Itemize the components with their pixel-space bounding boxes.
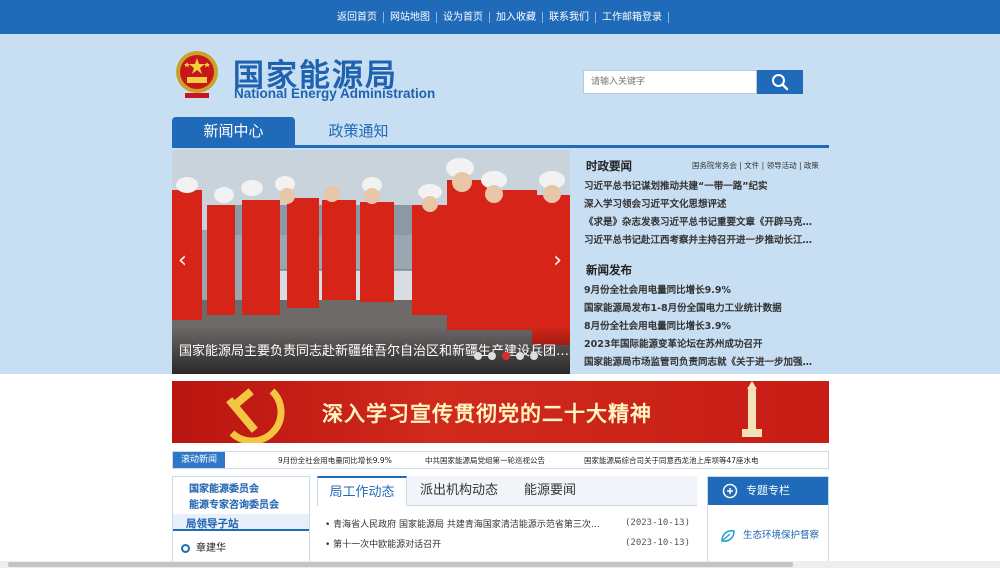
tab-news-center[interactable]: 新闻中心	[172, 117, 295, 145]
nav-link-contact[interactable]: 联系我们	[543, 11, 596, 23]
work-news-date: (2023-10-13)	[625, 518, 691, 528]
work-news-tabs: 局工作动态 派出机构动态 能源要闻	[317, 476, 697, 506]
politics-news-item[interactable]: 深入学习领会习近平文化思想评述	[584, 196, 829, 210]
rolling-news-item[interactable]: 国家能源局综合司关于同意西龙池上库坝等47座水电	[584, 455, 759, 466]
link-policy[interactable]: 政策	[804, 161, 819, 170]
rolling-news-item[interactable]: 9月份全社会用电量同比增长9.9%	[278, 455, 392, 466]
horizontal-scrollbar[interactable]	[0, 561, 1000, 568]
nav-link-set-homepage[interactable]: 设为首页	[437, 11, 490, 23]
work-news-item[interactable]: • 第十一次中欧能源对话召开	[325, 537, 625, 550]
rolling-news-label: 滚动新闻	[173, 452, 225, 468]
nav-link-home[interactable]: 返回首页	[331, 11, 384, 23]
scrollbar-thumb[interactable]	[8, 562, 793, 567]
search-input[interactable]	[583, 70, 757, 94]
carousel-dot-active[interactable]	[502, 352, 510, 360]
release-news-item[interactable]: 国家能源局发布1-8月份全国电力工业统计数据	[584, 300, 829, 314]
work-news-panel: 局工作动态 派出机构动态 能源要闻 • 青海省人民政府 国家能源局 共建青海国家…	[317, 476, 697, 568]
special-topics-panel: 专题专栏 生态环境保护督察	[707, 476, 829, 568]
search-button[interactable]	[757, 70, 803, 94]
tab-bureau-work[interactable]: 局工作动态	[317, 476, 407, 506]
nav-link-sitemap[interactable]: 网站地图	[384, 11, 437, 23]
eco-inspection-label: 生态环境保护督察	[743, 530, 820, 541]
left-navigation-panel: 国家能源委员会 能源专家咨询委员会 局领导子站 章建华	[172, 476, 310, 568]
promo-banner[interactable]: 深入学习宣传贯彻党的二十大精神	[172, 381, 829, 443]
special-topics-title: 专题专栏	[746, 484, 790, 497]
search-icon	[772, 74, 789, 91]
release-news-item[interactable]: 国家能源局市场监管司负责同志就《关于进一步加强…	[584, 354, 829, 368]
leaders-subsite-header: 局领导子站	[173, 514, 309, 531]
link-energy-commission[interactable]: 国家能源委员会	[189, 480, 259, 495]
rolling-news-item[interactable]: 中共国家能源局党组第一轮巡视公告	[425, 455, 545, 466]
tab-dispatched-agencies[interactable]: 派出机构动态	[420, 476, 498, 506]
link-documents[interactable]: 文件	[744, 161, 759, 170]
politics-news-item[interactable]: 习近平总书记赴江西考察并主持召开进一步推动长江…	[584, 232, 829, 246]
tab-policy-notice[interactable]: 政策通知	[297, 117, 420, 145]
top-navigation-bar: 返回首页 网站地图 设为首页 加入收藏 联系我们 工作邮箱登录	[0, 0, 1000, 34]
release-news-item[interactable]: 8月份全社会用电量同比增长3.9%	[584, 318, 829, 332]
release-news-item[interactable]: 9月份全社会用电量同比增长9.9%	[584, 282, 829, 296]
carousel-dots	[474, 352, 538, 360]
carousel-dot[interactable]	[530, 352, 538, 360]
news-carousel[interactable]: ‹ › 国家能源局主要负责同志赴新疆维吾尔自治区和新疆生产建设兵团…	[172, 150, 570, 374]
nav-link-add-favorite[interactable]: 加入收藏	[490, 11, 543, 23]
link-state-council[interactable]: 国务院常务会	[692, 161, 737, 170]
leaf-icon	[721, 529, 735, 542]
carousel-prev-arrow-icon[interactable]: ‹	[178, 248, 187, 273]
nav-link-email-login[interactable]: 工作邮箱登录	[596, 11, 669, 23]
national-emblem-icon	[176, 51, 218, 98]
leader-link[interactable]: 章建华	[181, 539, 226, 554]
carousel-dot[interactable]	[488, 352, 496, 360]
special-topics-header[interactable]: 专题专栏	[708, 477, 828, 505]
carousel-dot[interactable]	[516, 352, 524, 360]
politics-sub-links: 国务院常务会 | 文件 | 领导活动 | 政策	[692, 161, 819, 170]
tab-energy-news[interactable]: 能源要闻	[524, 476, 576, 506]
link-expert-committee[interactable]: 能源专家咨询委员会	[189, 496, 279, 511]
politics-news-item[interactable]: 习近平总书记谋划推动共建“一带一路”纪实	[584, 178, 829, 192]
site-logo-english[interactable]: National Energy Administration	[234, 86, 435, 101]
section-tabs: 新闻中心 政策通知	[172, 117, 829, 148]
release-news-item[interactable]: 2023年国际能源变革论坛在苏州成功召开	[584, 336, 829, 350]
leaders-subsite-title[interactable]: 局领导子站	[186, 516, 239, 531]
politics-news-item[interactable]: 《求是》杂志发表习近平总书记重要文章《开辟马克…	[584, 214, 829, 228]
banner-title: 深入学习宣传贯彻党的二十大精神	[322, 402, 652, 426]
eco-inspection-link[interactable]: 生态环境保护督察	[720, 527, 819, 543]
hammer-sickle-icon	[226, 388, 285, 443]
work-news-date: (2023-10-13)	[625, 538, 691, 548]
news-release-title[interactable]: 新闻发布	[586, 262, 632, 278]
work-news-item[interactable]: • 青海省人民政府 国家能源局 共建青海国家清洁能源示范省第三次…	[325, 517, 625, 530]
politics-section-title[interactable]: 时政要闻	[586, 158, 632, 174]
topic-icon	[722, 483, 738, 499]
carousel-dot[interactable]	[474, 352, 482, 360]
rolling-news-bar: 滚动新闻 9月份全社会用电量同比增长9.9% 中共国家能源局党组第一轮巡视公告 …	[172, 451, 829, 469]
monument-icon	[742, 381, 762, 437]
link-leader-activities[interactable]: 领导活动	[767, 161, 797, 170]
carousel-next-arrow-icon[interactable]: ›	[553, 248, 562, 273]
